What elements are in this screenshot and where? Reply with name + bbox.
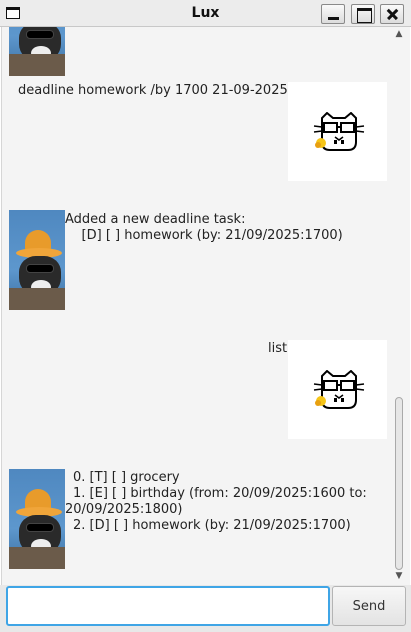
user-message-text: list <box>268 341 288 356</box>
bot-message-line: Added a new deadline task: <box>65 212 246 227</box>
maximize-button[interactable] <box>351 4 375 24</box>
cat-with-glasses-icon <box>313 370 365 409</box>
bot-message-line: [D] [ ] homework (by: 21/09/2025:1700) <box>65 228 343 243</box>
task-list-item: 2. [D] [ ] homework (by: 21/09/2025:1700… <box>73 518 351 533</box>
close-button[interactable] <box>380 4 404 24</box>
cat-with-glasses-icon <box>313 112 365 151</box>
title-bar: Lux <box>0 0 411 27</box>
window-title: Lux <box>191 5 220 21</box>
scroll-down-icon[interactable]: ▼ <box>394 571 404 581</box>
scroll-thumb[interactable] <box>395 397 403 570</box>
bot-avatar <box>9 210 65 310</box>
scroll-up-icon[interactable]: ▲ <box>394 29 404 39</box>
task-list-item: 20/09/2025:1800) <box>65 502 183 517</box>
bot-avatar <box>9 27 65 76</box>
minimize-button[interactable] <box>321 4 345 24</box>
input-area: Send <box>0 585 411 632</box>
send-button[interactable]: Send <box>332 586 406 626</box>
task-list-item: 0. [T] [ ] grocery <box>73 470 180 485</box>
task-list-item: 1. [E] [ ] birthday (from: 20/09/2025:16… <box>73 486 367 501</box>
message-input[interactable] <box>6 586 330 626</box>
vertical-scrollbar[interactable]: ▲ ▼ <box>392 27 406 585</box>
user-message-text: deadline homework /by 1700 21-09-2025 <box>18 83 288 98</box>
user-avatar <box>288 340 387 439</box>
bot-avatar <box>9 469 65 569</box>
user-avatar <box>288 82 387 181</box>
dialog-container[interactable]: deadline homework /by 1700 21-09-2025 Ad… <box>1 27 410 585</box>
